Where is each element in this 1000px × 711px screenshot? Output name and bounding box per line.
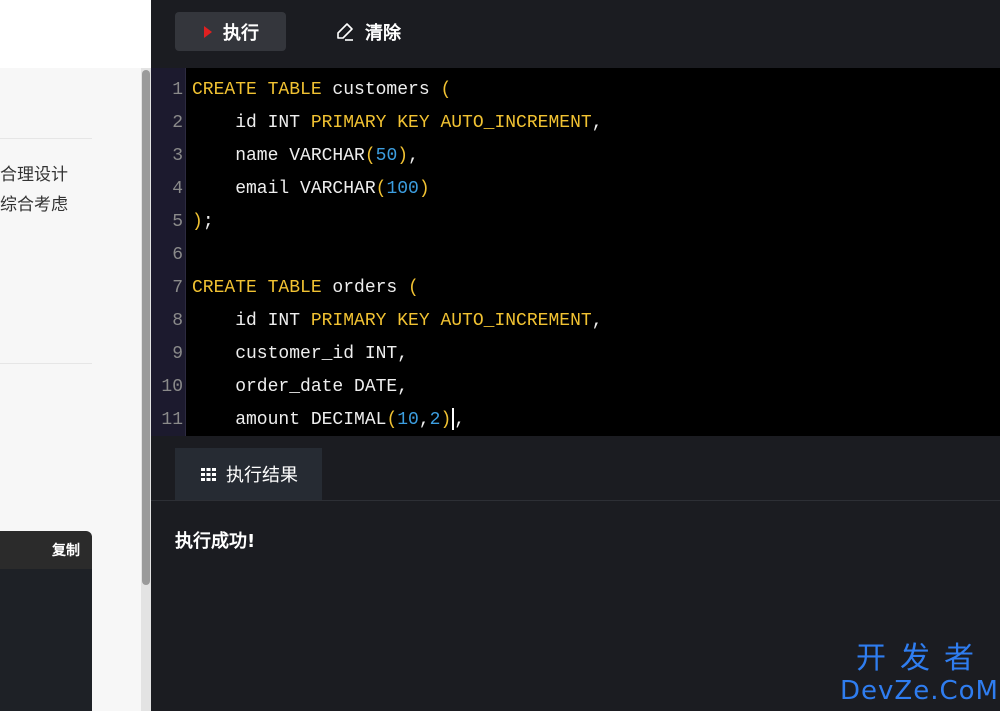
divider — [0, 363, 92, 364]
code-token: , — [408, 146, 419, 166]
code-text: name VARCHAR(50), — [192, 140, 419, 173]
code-text: id INT PRIMARY KEY AUTO_INCREMENT, — [192, 107, 603, 140]
code-block — [0, 569, 92, 711]
clear-button-label: 清除 — [365, 22, 401, 44]
code-token: order_date DATE, — [192, 377, 409, 397]
code-text: ); — [192, 206, 214, 239]
code-token: 10 — [397, 410, 419, 430]
code-line: 2 id INT PRIMARY KEY AUTO_INCREMENT, — [151, 107, 1000, 140]
code-token: , — [591, 311, 603, 331]
code-token: CREATE TABLE — [192, 80, 322, 100]
code-token: ) — [440, 410, 452, 430]
article-text-line: 综合考虑 — [0, 195, 68, 215]
result-message: 执行成功! — [175, 531, 256, 552]
divider — [0, 138, 92, 139]
copy-button[interactable]: 复制 — [52, 540, 80, 560]
line-number: 10 — [161, 377, 183, 397]
code-line: 4 email VARCHAR(100) — [151, 173, 1000, 206]
line-number: 11 — [161, 410, 183, 430]
toolbar: 执行 清除 — [151, 0, 1000, 68]
code-token: ( — [375, 179, 387, 199]
code-token: ; — [202, 212, 214, 232]
code-line: 3 name VARCHAR(50), — [151, 140, 1000, 173]
code-text: CREATE TABLE customers ( — [192, 74, 451, 107]
code-text: CREATE TABLE orders ( — [192, 272, 419, 305]
eraser-icon — [335, 22, 355, 42]
code-token: ( — [408, 278, 419, 298]
code-text: order_date DATE, — [192, 371, 408, 404]
run-button[interactable]: 执行 — [175, 12, 286, 51]
code-token: ( — [364, 146, 376, 166]
code-text: id INT PRIMARY KEY AUTO_INCREMENT, — [192, 305, 603, 338]
code-token: amount DECIMAL — [192, 410, 387, 430]
code-token: PRIMARY KEY AUTO_INCREMENT — [310, 311, 592, 331]
code-line: 1 CREATE TABLE customers ( — [151, 74, 1000, 107]
code-token: , — [591, 113, 603, 133]
code-text: amount DECIMAL(10,2), — [192, 404, 465, 437]
run-button-label: 执行 — [223, 22, 259, 44]
code-token: customer_id INT, — [192, 344, 409, 364]
code-line: 11 amount DECIMAL(10,2), — [151, 404, 1000, 437]
code-token: ( — [386, 410, 398, 430]
line-number: 7 — [172, 278, 183, 298]
code-block-header: 复制 — [0, 531, 92, 569]
line-number: 3 — [172, 146, 183, 166]
scrollbar-thumb[interactable] — [142, 70, 150, 585]
code-editor[interactable]: 1 CREATE TABLE customers (2 id INT PRIMAR… — [151, 68, 1000, 436]
watermark-en: DevZe.CoM — [840, 676, 999, 706]
result-tab-bar: 执行结果 — [151, 436, 1000, 501]
code-line: 8 id INT PRIMARY KEY AUTO_INCREMENT, — [151, 305, 1000, 338]
code-token: , — [418, 410, 430, 430]
code-line: 9 customer_id INT, — [151, 338, 1000, 371]
code-token: name VARCHAR — [192, 146, 365, 166]
code-token: PRIMARY KEY AUTO_INCREMENT — [310, 113, 592, 133]
code-line: 5); — [151, 206, 1000, 239]
code-line: 6 — [151, 239, 1000, 272]
code-token: 50 — [375, 146, 398, 166]
grid-icon — [201, 467, 216, 481]
tab-label: 执行结果 — [226, 465, 298, 486]
line-number: 6 — [172, 245, 183, 265]
code-token: ) — [397, 146, 409, 166]
code-token: 100 — [386, 179, 419, 199]
code-token: id INT — [192, 113, 311, 133]
line-number: 8 — [172, 311, 183, 331]
code-text: customer_id INT, — [192, 338, 408, 371]
line-number: 1 — [172, 80, 183, 100]
line-number: 9 — [172, 344, 183, 364]
code-token: ( — [440, 80, 452, 100]
clear-button[interactable]: 清除 — [335, 12, 435, 51]
background-page: 合理设计 综合考虑 复制 — [0, 0, 151, 711]
code-line: 7 CREATE TABLE orders ( — [151, 272, 1000, 305]
code-token: orders — [321, 278, 409, 298]
line-number: 5 — [172, 212, 183, 232]
tab-execution-result[interactable]: 执行结果 — [175, 448, 322, 500]
code-token: email VARCHAR — [192, 179, 376, 199]
watermark-cn: 开发者 — [856, 641, 988, 676]
code-token: ) — [418, 179, 430, 199]
code-token: , — [454, 410, 466, 430]
code-line: 10 order_date DATE, — [151, 371, 1000, 404]
article-text-line: 合理设计 — [0, 165, 68, 185]
code-token: CREATE TABLE — [192, 278, 322, 298]
code-token: id INT — [192, 311, 311, 331]
code-token: customers — [321, 80, 441, 100]
code-text: email VARCHAR(100) — [192, 173, 430, 206]
watermark-logo: 开发者 DevZe.CoM — [840, 641, 999, 706]
sql-runner-panel: 执行 清除 1 CREATE TABLE customers (2 id INT … — [151, 0, 1000, 711]
line-number: 4 — [172, 179, 183, 199]
code-token: 2 — [429, 410, 441, 430]
code-token: ) — [192, 212, 203, 232]
line-number: 2 — [172, 113, 183, 133]
play-icon — [204, 25, 212, 38]
